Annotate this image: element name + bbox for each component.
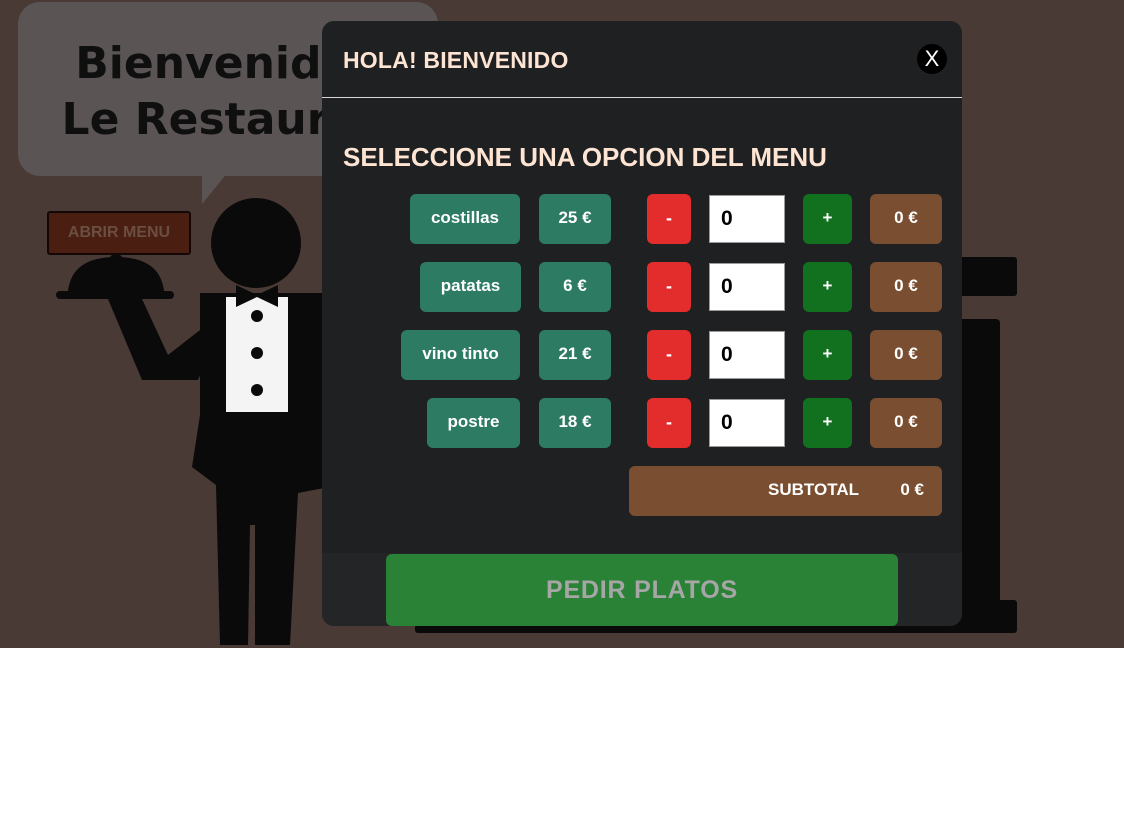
quantity-input[interactable]: 0 [709, 331, 785, 379]
order-modal: HOLA! BIENVENIDO X SELECCIONE UNA OPCION… [322, 21, 962, 626]
item-name-costillas: costillas [410, 194, 520, 244]
modal-title: HOLA! BIENVENIDO [343, 47, 569, 73]
subtotal-label: SUBTOTAL [768, 480, 859, 499]
item-price: 6 € [539, 262, 611, 312]
item-name-vino-tinto: vino tinto [401, 330, 520, 380]
waiter-illustration [56, 198, 340, 645]
subtotal-value: 0 € [900, 480, 924, 499]
order-dishes-button[interactable]: PEDIR PLATOS [386, 554, 898, 626]
quantity-input[interactable]: 0 [709, 195, 785, 243]
decrease-button[interactable]: - [647, 194, 691, 244]
item-price: 21 € [539, 330, 611, 380]
increase-button[interactable]: + [803, 194, 852, 244]
section-title: SELECCIONE UNA OPCION DEL MENU [343, 142, 827, 172]
item-price: 18 € [539, 398, 611, 448]
subtotal-bar: SUBTOTAL 0 € [629, 466, 942, 516]
decrease-button[interactable]: - [647, 398, 691, 448]
quantity-input[interactable]: 0 [709, 263, 785, 311]
close-button[interactable]: X [917, 44, 947, 74]
item-name-patatas: patatas [420, 262, 521, 312]
item-total: 0 € [870, 262, 942, 312]
item-price: 25 € [539, 194, 611, 244]
modal-divider [322, 97, 962, 98]
open-menu-button[interactable]: ABRIR MENU [47, 211, 191, 255]
item-name-postre: postre [427, 398, 520, 448]
increase-button[interactable]: + [803, 398, 852, 448]
quantity-input[interactable]: 0 [709, 399, 785, 447]
item-total: 0 € [870, 330, 942, 380]
item-total: 0 € [870, 398, 942, 448]
increase-button[interactable]: + [803, 330, 852, 380]
item-total: 0 € [870, 194, 942, 244]
decrease-button[interactable]: - [647, 262, 691, 312]
decrease-button[interactable]: - [647, 330, 691, 380]
increase-button[interactable]: + [803, 262, 852, 312]
